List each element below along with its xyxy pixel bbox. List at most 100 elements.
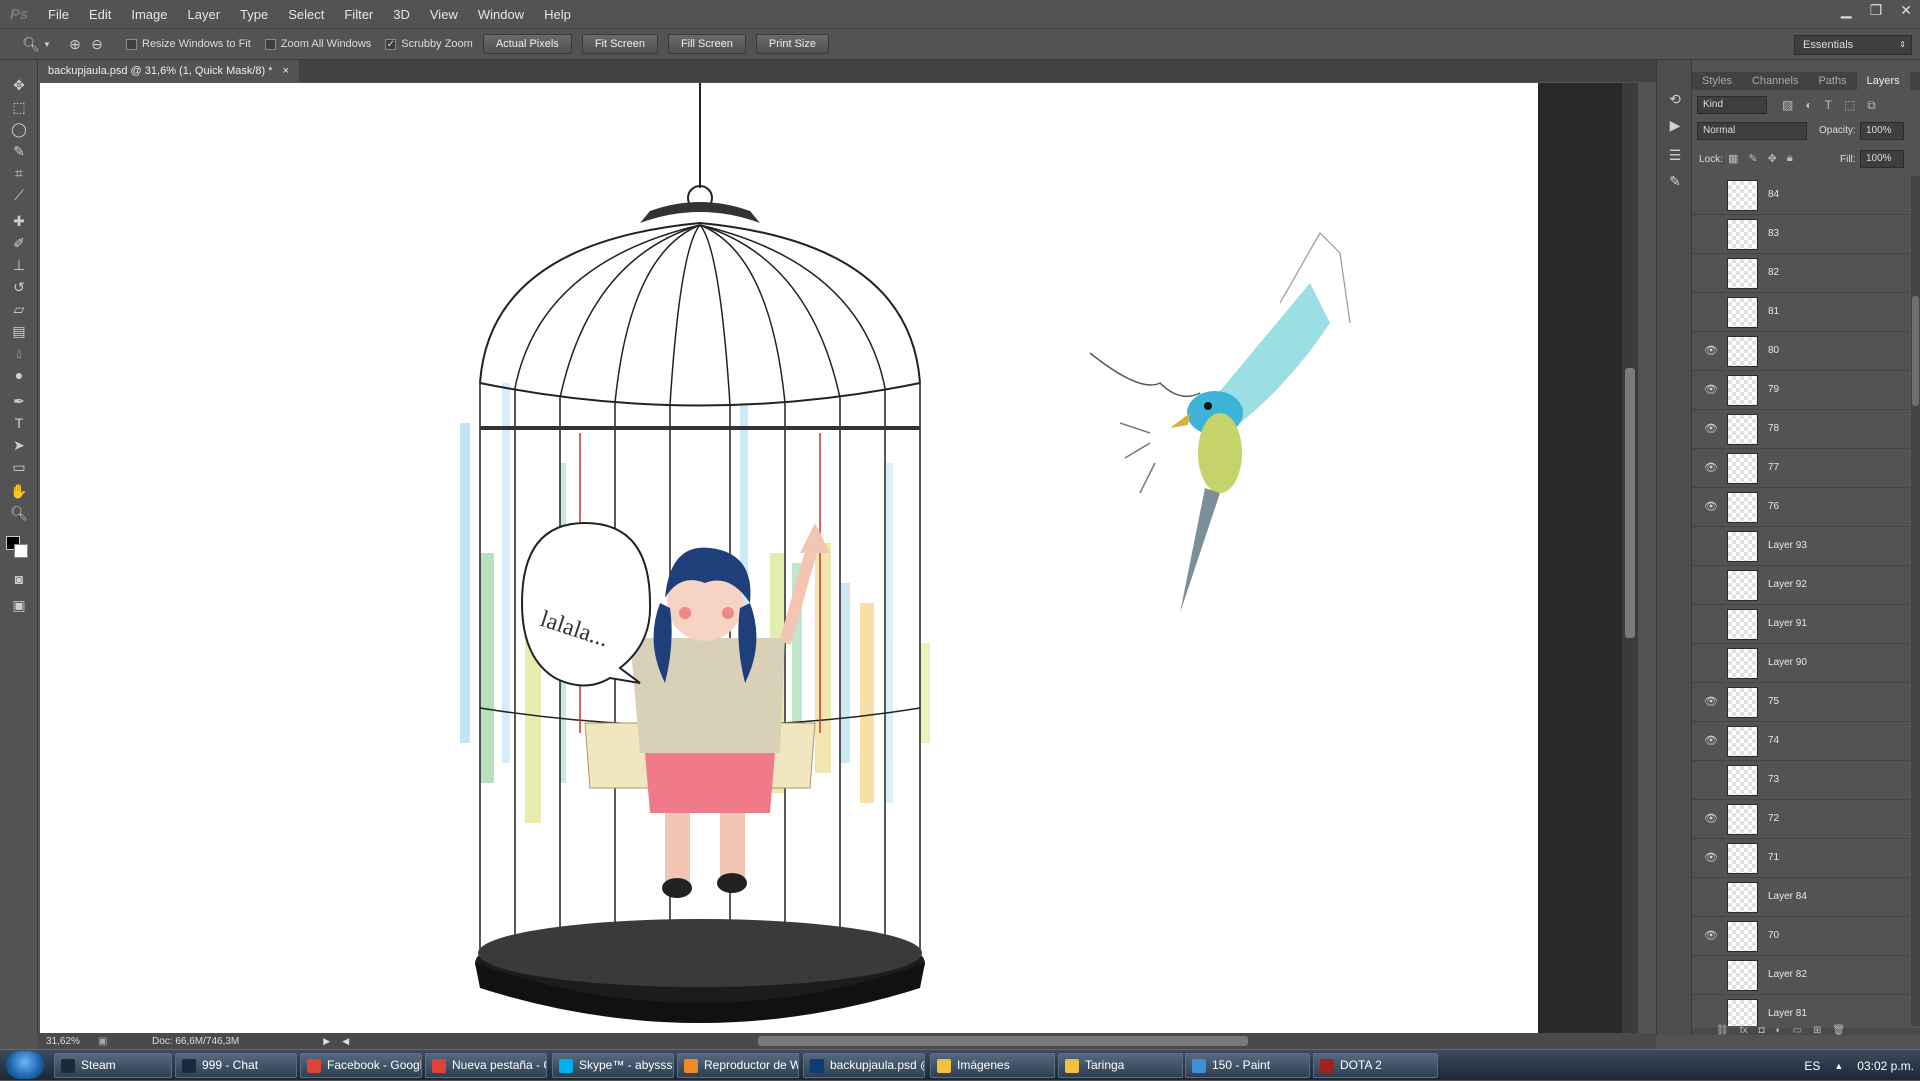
- layer-row[interactable]: 73: [1692, 761, 1910, 800]
- layer-name[interactable]: 80: [1768, 345, 1779, 356]
- eye-hidden-icon[interactable]: [1704, 540, 1718, 552]
- tab-channels[interactable]: Channels: [1742, 72, 1808, 90]
- layer-row[interactable]: 👁︎ 78: [1692, 410, 1910, 449]
- start-button[interactable]: [6, 1051, 44, 1079]
- layer-name[interactable]: 72: [1768, 813, 1779, 824]
- link-layers-icon[interactable]: ⛓: [1716, 1025, 1729, 1036]
- eye-hidden-icon[interactable]: [1704, 1008, 1718, 1020]
- layer-name[interactable]: 73: [1768, 774, 1779, 785]
- tab-styles[interactable]: Styles: [1692, 72, 1742, 90]
- restore-icon[interactable]: ❐: [1870, 2, 1883, 19]
- add-mask-icon[interactable]: ◘: [1758, 1025, 1764, 1036]
- minimize-icon[interactable]: ▁: [1841, 2, 1852, 19]
- layer-thumbnail[interactable]: [1727, 843, 1758, 874]
- vertical-scrollbar[interactable]: [1622, 83, 1638, 1033]
- layer-row[interactable]: Layer 81: [1692, 995, 1910, 1026]
- layer-row[interactable]: 👁︎ 77: [1692, 449, 1910, 488]
- background-color-swatch[interactable]: [14, 544, 28, 558]
- eye-hidden-icon[interactable]: [1704, 657, 1718, 669]
- checkbox-icon[interactable]: [126, 38, 137, 50]
- zoom-out-icon[interactable]: ⊖: [86, 33, 108, 55]
- layer-style-icon[interactable]: fx: [1740, 1025, 1748, 1036]
- layer-thumbnail[interactable]: [1727, 648, 1758, 679]
- taskbar-item[interactable]: Steam: [54, 1053, 172, 1078]
- lasso-tool-icon[interactable]: ◯: [7, 118, 31, 140]
- layer-name[interactable]: 70: [1768, 930, 1779, 941]
- layer-name[interactable]: 81: [1768, 306, 1779, 317]
- layer-row[interactable]: Layer 92: [1692, 566, 1910, 605]
- layer-row[interactable]: 82: [1692, 254, 1910, 293]
- path-selection-tool-icon[interactable]: ➤: [7, 434, 31, 456]
- close-icon[interactable]: ✕: [1900, 2, 1912, 19]
- layer-thumbnail[interactable]: [1727, 882, 1758, 913]
- layer-thumbnail[interactable]: [1727, 297, 1758, 328]
- brush-presets-panel-icon[interactable]: ✎: [1663, 170, 1687, 192]
- actual-pixels-button[interactable]: Actual Pixels: [482, 34, 572, 54]
- layer-name[interactable]: 79: [1768, 384, 1779, 395]
- dodge-tool-icon[interactable]: ●: [7, 364, 31, 386]
- gradient-tool-icon[interactable]: ▤: [7, 320, 31, 342]
- eyedropper-tool-icon[interactable]: ⟋: [7, 184, 31, 206]
- adjustment-filter-icon[interactable]: ◐: [1805, 98, 1812, 113]
- layer-thumbnail[interactable]: [1727, 453, 1758, 484]
- shape-filter-icon[interactable]: ⬚: [1844, 98, 1855, 113]
- eye-icon[interactable]: 👁︎: [1704, 930, 1718, 942]
- info-icon[interactable]: ▣: [98, 1036, 112, 1047]
- eye-hidden-icon[interactable]: [1704, 891, 1718, 903]
- layer-thumbnail[interactable]: [1727, 375, 1758, 406]
- workspace-select[interactable]: Essentials ⇕: [1794, 35, 1912, 55]
- layer-name[interactable]: Layer 91: [1768, 618, 1807, 629]
- menu-layer[interactable]: Layer: [178, 7, 231, 22]
- actions-panel-icon[interactable]: ▶: [1663, 114, 1687, 136]
- layer-name[interactable]: Layer 81: [1768, 1008, 1807, 1019]
- eye-hidden-icon[interactable]: [1704, 189, 1718, 201]
- hand-tool-icon[interactable]: ✋: [7, 480, 31, 502]
- zoom-level[interactable]: 31,62%: [46, 1036, 98, 1047]
- taskbar-item[interactable]: 999 - Chat: [175, 1053, 297, 1078]
- layer-name[interactable]: 74: [1768, 735, 1779, 746]
- lock-all-icon[interactable]: 🔒︎: [1787, 152, 1793, 165]
- layer-row[interactable]: 👁︎ 72: [1692, 800, 1910, 839]
- new-group-icon[interactable]: ▭: [1793, 1025, 1802, 1036]
- layer-name[interactable]: 82: [1768, 267, 1779, 278]
- history-brush-tool-icon[interactable]: ↺: [7, 276, 31, 298]
- close-tab-icon[interactable]: ×: [283, 60, 289, 82]
- layer-name[interactable]: Layer 82: [1768, 969, 1807, 980]
- layer-name[interactable]: Layer 93: [1768, 540, 1807, 551]
- checkbox-icon[interactable]: [264, 38, 276, 50]
- layer-name[interactable]: 83: [1768, 228, 1779, 239]
- lock-transparent-icon[interactable]: ▦: [1728, 152, 1738, 165]
- status-menu-arrow-icon[interactable]: ▶: [323, 1036, 330, 1047]
- zoom-all-windows-checkbox[interactable]: Zoom All Windows: [264, 38, 371, 50]
- tab-layers[interactable]: Layers: [1856, 72, 1910, 90]
- layer-row[interactable]: Layer 90: [1692, 644, 1910, 683]
- layer-thumbnail[interactable]: [1727, 687, 1758, 718]
- taskbar-item[interactable]: backupjaula.psd @ ...: [803, 1053, 925, 1078]
- taskbar-item[interactable]: Facebook - Google ...: [300, 1053, 422, 1078]
- layer-thumbnail[interactable]: [1727, 570, 1758, 601]
- checkbox-icon[interactable]: ✓: [385, 38, 397, 50]
- print-size-button[interactable]: Print Size: [755, 34, 829, 54]
- menu-view[interactable]: View: [420, 7, 468, 22]
- layer-thumbnail[interactable]: [1727, 804, 1758, 835]
- lock-position-icon[interactable]: ✥: [1768, 152, 1777, 165]
- tray-expand-icon[interactable]: ▲: [1834, 1061, 1843, 1071]
- layer-thumbnail[interactable]: [1727, 921, 1758, 952]
- menu-help[interactable]: Help: [534, 7, 581, 22]
- layer-row[interactable]: Layer 91: [1692, 605, 1910, 644]
- layer-name[interactable]: 75: [1768, 696, 1779, 707]
- eraser-tool-icon[interactable]: ▱: [7, 298, 31, 320]
- layer-thumbnail[interactable]: [1727, 999, 1758, 1026]
- layer-row[interactable]: Layer 82: [1692, 956, 1910, 995]
- adjustments-panel-icon[interactable]: ☰: [1663, 144, 1687, 166]
- layer-name[interactable]: Layer 84: [1768, 891, 1807, 902]
- layer-thumbnail[interactable]: [1727, 258, 1758, 289]
- layer-name[interactable]: 76: [1768, 501, 1779, 512]
- menu-image[interactable]: Image: [121, 7, 177, 22]
- eye-hidden-icon[interactable]: [1704, 228, 1718, 240]
- menu-file[interactable]: File: [38, 7, 79, 22]
- canvas-area[interactable]: lalala...: [40, 83, 1638, 1033]
- zoom-tool-icon[interactable]: 🔍︎: [7, 502, 31, 524]
- layer-name[interactable]: 71: [1768, 852, 1779, 863]
- document-canvas[interactable]: lalala...: [40, 83, 1538, 1033]
